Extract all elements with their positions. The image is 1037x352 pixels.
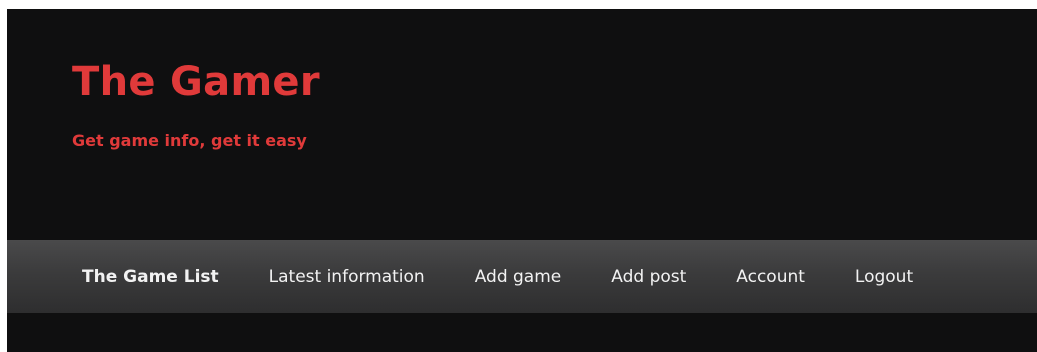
- nav-item-account[interactable]: Account: [711, 267, 830, 287]
- nav-item-game-list[interactable]: The Game List: [57, 267, 244, 287]
- site-title[interactable]: The Gamer: [72, 59, 320, 105]
- site-tagline: Get game info, get it easy: [72, 131, 307, 150]
- nav-item-latest-information[interactable]: Latest information: [244, 267, 450, 287]
- nav-item-add-post[interactable]: Add post: [586, 267, 711, 287]
- main-content: [7, 313, 1037, 352]
- nav-item-logout[interactable]: Logout: [830, 267, 938, 287]
- main-nav: The Game List Latest information Add gam…: [7, 240, 1037, 313]
- site-header: The Gamer Get game info, get it easy: [7, 9, 1037, 240]
- page-frame: The Gamer Get game info, get it easy The…: [7, 9, 1037, 352]
- nav-item-add-game[interactable]: Add game: [450, 267, 587, 287]
